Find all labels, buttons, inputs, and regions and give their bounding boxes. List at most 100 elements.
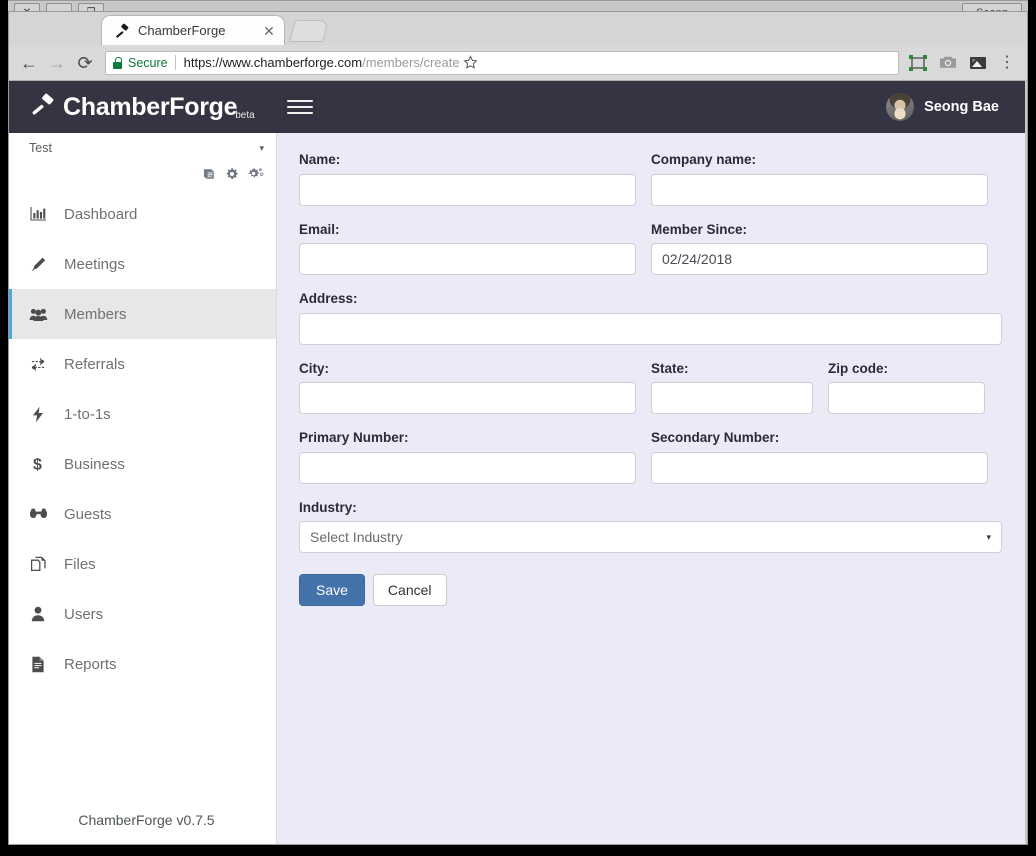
name-input[interactable]	[299, 174, 636, 206]
app-version-label: ChamberForge v0.7.5	[78, 812, 214, 828]
field-primary-number: Primary Number:	[299, 431, 636, 484]
page-viewport: ChamberForge beta Seong Bae Test ▾	[9, 81, 1027, 844]
forward-button[interactable]: →	[43, 49, 71, 77]
address-bar[interactable]: Secure https://www.chamberforge.com/memb…	[105, 51, 899, 75]
form-row-address: Address:	[299, 292, 1003, 345]
sidebar-item-label: Meetings	[64, 256, 125, 273]
field-address: Address:	[299, 292, 1002, 345]
sidebar: Test ▾	[9, 133, 277, 844]
field-secondary-number: Secondary Number:	[651, 431, 988, 484]
gear-icon[interactable]	[225, 167, 239, 186]
user-menu[interactable]: Seong Bae	[886, 93, 999, 121]
company-name-input[interactable]	[651, 174, 988, 206]
url-path: /members/create	[362, 55, 460, 70]
form-row-email: Email: Member Since: 02/24/2018	[299, 223, 1003, 276]
sidebar-item-label: Dashboard	[64, 206, 137, 223]
field-label: Primary Number:	[299, 431, 636, 445]
book-icon[interactable]	[202, 167, 216, 186]
cogs-icon[interactable]	[248, 167, 264, 186]
pencil-icon	[12, 256, 64, 273]
sidebar-item-guests[interactable]: Guests	[9, 489, 276, 539]
brand-name: ChamberForge	[63, 95, 237, 120]
url-text: https://www.chamberforge.com/members/cre…	[184, 55, 460, 70]
org-tools	[9, 163, 276, 189]
dollar-icon: $	[12, 455, 64, 473]
sidebar-item-label: Business	[64, 456, 125, 473]
member-create-form: Name: Company name: Email: Member Since:	[277, 133, 1027, 844]
secondary-number-input[interactable]	[651, 452, 988, 484]
sidebar-item-referrals[interactable]: Referrals	[9, 339, 276, 389]
camera-icon[interactable]	[933, 49, 963, 77]
org-selector[interactable]: Test ▾	[9, 133, 276, 163]
address-input[interactable]	[299, 313, 1002, 345]
state-input[interactable]	[651, 382, 813, 414]
field-industry: Industry: Select Industry ▾	[299, 501, 1002, 554]
new-tab-button[interactable]	[289, 20, 329, 42]
close-icon[interactable]: ✕	[262, 24, 276, 38]
reload-button[interactable]: ⟳	[71, 49, 99, 77]
star-icon[interactable]	[460, 51, 482, 75]
sidebar-footer: ChamberForge v0.7.5	[9, 796, 276, 844]
member-since-input[interactable]: 02/24/2018	[651, 243, 988, 275]
field-label: Address:	[299, 292, 1002, 306]
field-state: State:	[651, 362, 813, 415]
cancel-button[interactable]: Cancel	[373, 574, 447, 606]
form-row-name: Name: Company name:	[299, 153, 1003, 206]
field-label: Name:	[299, 153, 636, 167]
selection-frame-icon[interactable]	[903, 49, 933, 77]
zip-code-input[interactable]	[828, 382, 985, 414]
chevron-down-icon: ▾	[259, 143, 264, 154]
bar-chart-icon	[12, 206, 64, 222]
browser-tab-title: ChamberForge	[138, 23, 262, 38]
browser-window: ChamberForge ✕ ← → ⟳ Secure https://www.…	[8, 11, 1028, 845]
sidebar-item-label: Files	[64, 556, 96, 573]
document-icon	[12, 656, 64, 673]
field-label: Company name:	[651, 153, 988, 167]
field-zip-code: Zip code:	[828, 362, 985, 415]
field-member-since: Member Since: 02/24/2018	[651, 223, 988, 276]
avatar	[886, 93, 914, 121]
exchange-icon	[12, 357, 64, 372]
sidebar-item-users[interactable]: Users	[9, 589, 276, 639]
lock-icon	[112, 57, 123, 69]
url-host: https://www.chamberforge.com	[184, 55, 362, 70]
sidebar-item-label: 1-to-1s	[64, 406, 111, 423]
email-input[interactable]	[299, 243, 636, 275]
group-icon	[12, 307, 64, 322]
sidebar-item-1-to-1s[interactable]: 1-to-1s	[9, 389, 276, 439]
sidebar-item-meetings[interactable]: Meetings	[9, 239, 276, 289]
sidebar-item-label: Users	[64, 606, 103, 623]
industry-select[interactable]: Select Industry ▾	[299, 521, 1002, 553]
browser-tab[interactable]: ChamberForge ✕	[101, 15, 285, 45]
sidebar-item-files[interactable]: Files	[9, 539, 276, 589]
field-label: Member Since:	[651, 223, 988, 237]
sidebar-item-dashboard[interactable]: Dashboard	[9, 189, 276, 239]
form-actions: Save Cancel	[299, 574, 1003, 606]
primary-number-input[interactable]	[299, 452, 636, 484]
sidebar-item-label: Referrals	[64, 356, 125, 373]
save-button[interactable]: Save	[299, 574, 365, 606]
field-label: State:	[651, 362, 813, 376]
field-company-name: Company name:	[651, 153, 988, 206]
back-button[interactable]: ←	[15, 49, 43, 77]
hamburger-icon[interactable]	[287, 96, 313, 118]
brand-logo[interactable]: ChamberForge beta	[9, 93, 277, 122]
sidebar-item-reports[interactable]: Reports	[9, 639, 276, 689]
field-label: Industry:	[299, 501, 1002, 515]
user-name-label: Seong Bae	[924, 99, 999, 115]
sidebar-item-business[interactable]: $ Business	[9, 439, 276, 489]
form-row-phone-numbers: Primary Number: Secondary Number:	[299, 431, 1003, 484]
form-row-industry: Industry: Select Industry ▾	[299, 501, 1003, 554]
brand-beta-tag: beta	[235, 110, 254, 122]
screen-icon[interactable]: >	[963, 49, 993, 77]
app-navbar: ChamberForge beta Seong Bae	[9, 81, 1027, 133]
gavel-icon	[31, 93, 57, 122]
field-label: Email:	[299, 223, 636, 237]
sidebar-item-label: Reports	[64, 656, 117, 673]
browser-menu-button[interactable]: ⋮	[993, 49, 1021, 77]
browser-tabstrip: ChamberForge ✕	[9, 12, 1027, 45]
city-input[interactable]	[299, 382, 636, 414]
sidebar-item-members[interactable]: Members	[9, 289, 276, 339]
page-scrollbar[interactable]	[1025, 81, 1027, 844]
org-name-label: Test	[29, 141, 259, 155]
